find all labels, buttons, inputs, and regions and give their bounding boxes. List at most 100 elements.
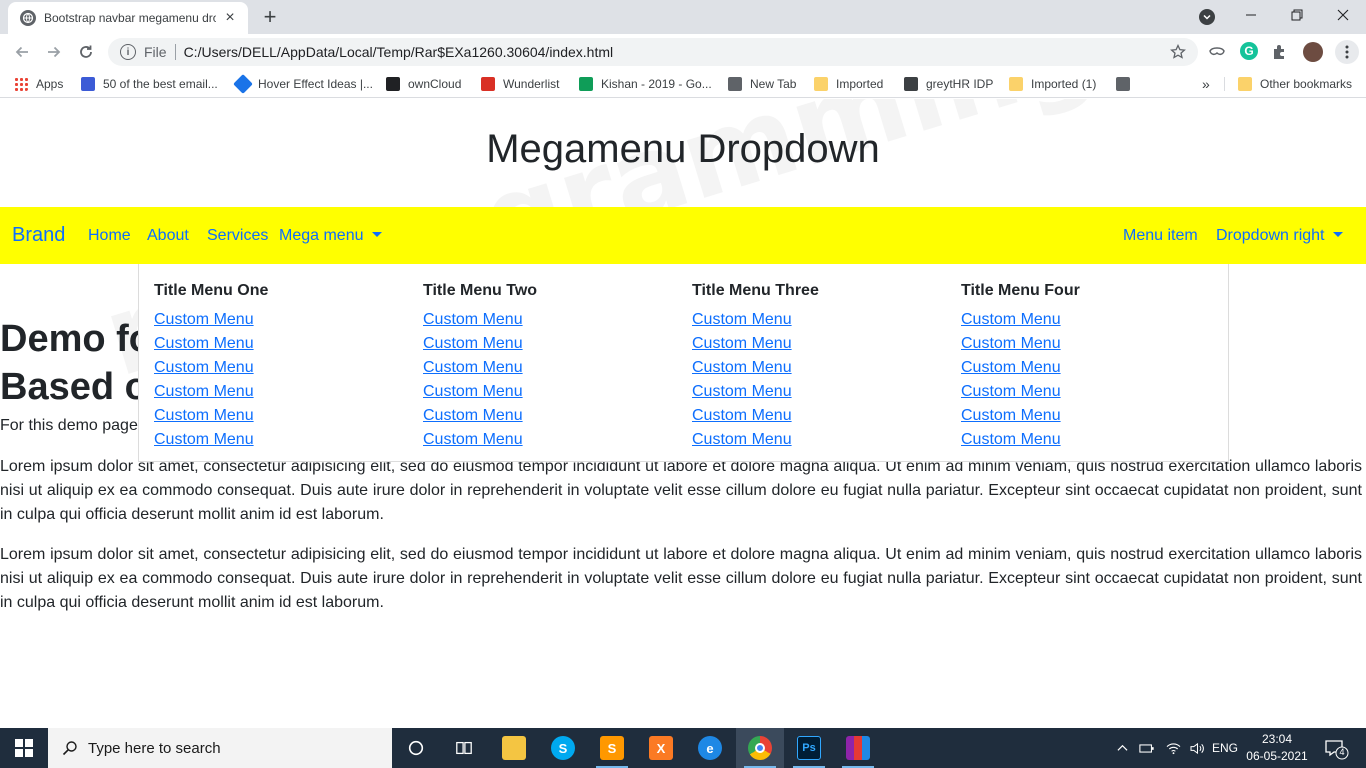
bookmark-item[interactable]: Wunderlist [481,70,559,98]
restore-button[interactable] [1274,0,1320,30]
cortana-icon[interactable] [392,728,440,768]
megamenu-link[interactable]: Custom Menu [961,356,1221,380]
info-icon[interactable]: i [120,44,136,60]
close-window-button[interactable] [1320,0,1366,30]
megamenu-link[interactable]: Custom Menu [961,380,1221,404]
battery-icon[interactable] [1136,728,1158,768]
megamenu-column: Title Menu Two Custom Menu Custom Menu C… [423,282,683,452]
bookmark-label: New Tab [750,77,797,91]
page-title: Megamenu Dropdown [486,127,880,171]
bookmark-item[interactable]: 50 of the best email... [81,70,218,98]
bookmarks-overflow-chevron[interactable]: » [1202,70,1210,98]
skype-logo-icon: S [551,736,575,760]
minimize-button[interactable] [1228,0,1274,30]
extension-mask-icon[interactable] [1207,42,1227,62]
megamenu-link[interactable]: Custom Menu [692,380,952,404]
megamenu-link[interactable]: Custom Menu [692,404,952,428]
notification-icon [1325,740,1349,760]
bookmark-item[interactable]: Kishan - 2019 - Go... [579,70,712,98]
sublime-text-icon[interactable]: S [588,728,636,768]
file-explorer-icon[interactable] [490,728,538,768]
url-scheme: File [144,44,167,60]
bookmark-item[interactable] [1116,70,1138,98]
megamenu-link[interactable]: Custom Menu [961,308,1221,332]
megamenu-link[interactable]: Custom Menu [692,332,952,356]
action-center-button[interactable]: 4 [1318,736,1354,760]
navbar: Brand Home About Services Mega menu Menu… [0,207,1366,264]
megamenu-link[interactable]: Custom Menu [692,428,952,452]
megamenu-link[interactable]: Custom Menu [423,308,683,332]
taskbar-search-box[interactable]: Type here to search [48,728,392,768]
notification-count: 4 [1339,747,1345,757]
megamenu-link[interactable]: Custom Menu [154,332,414,356]
bookmark-label: Imported [836,77,884,91]
profile-avatar[interactable] [1303,42,1323,62]
new-tab-button[interactable]: + [258,6,282,30]
megamenu-link[interactable]: Custom Menu [423,428,683,452]
megamenu-link[interactable]: Custom Menu [423,404,683,428]
nav-link-home[interactable]: Home [88,207,131,264]
wifi-icon[interactable] [1162,728,1184,768]
back-arrow-icon[interactable] [10,40,34,64]
folder-icon [502,736,526,760]
bookmark-folder[interactable]: Imported [814,70,883,98]
address-bar[interactable]: i File C:/Users/DELL/AppData/Local/Temp/… [108,38,1198,66]
volume-icon[interactable] [1186,728,1208,768]
megamenu-link[interactable]: Custom Menu [154,404,414,428]
cloud-icon [386,77,400,91]
megamenu-link[interactable]: Custom Menu [423,380,683,404]
megamenu-link[interactable]: Custom Menu [423,332,683,356]
megamenu-link[interactable]: Custom Menu [154,356,414,380]
bookmark-apps[interactable]: Apps [14,70,63,98]
tab-search-icon[interactable] [1199,9,1215,25]
lorem-paragraph: Lorem ipsum dolor sit amet, consectetur … [0,546,1362,611]
url-text[interactable]: C:/Users/DELL/AppData/Local/Temp/Rar$EXa… [184,44,614,60]
reload-icon[interactable] [74,40,98,64]
megamenu-link[interactable]: Custom Menu [423,356,683,380]
show-hidden-icons-chevron[interactable] [1114,728,1130,768]
bookmark-folder[interactable]: Imported (1) [1009,70,1096,98]
megamenu-link[interactable]: Custom Menu [154,428,414,452]
megamenu-column-title: Title Menu Two [423,282,538,299]
system-clock[interactable]: 23:04 06-05-2021 [1246,731,1308,765]
grammarly-icon[interactable]: G [1240,42,1258,60]
winrar-icon[interactable] [834,728,882,768]
photoshop-icon[interactable]: Ps [785,728,833,768]
dropdown-right-label: Dropdown right [1216,227,1325,244]
megamenu-link[interactable]: Custom Menu [692,308,952,332]
task-view-icon[interactable] [440,728,488,768]
xampp-logo-icon: X [649,736,673,760]
other-bookmarks-folder[interactable]: Other bookmarks [1238,70,1352,98]
chrome-menu-icon[interactable] [1335,40,1359,64]
bookmark-star-icon[interactable] [1170,44,1186,60]
nav-link-mega-menu[interactable]: Mega menu [279,207,382,264]
bookmark-item[interactable]: ownCloud [386,70,461,98]
navbar-brand[interactable]: Brand [12,207,65,264]
megamenu-link[interactable]: Custom Menu [961,428,1221,452]
bookmark-item[interactable]: greytHR IDP [904,70,993,98]
edge-icon[interactable]: e [686,728,734,768]
extensions-puzzle-icon[interactable] [1270,42,1290,62]
folder-icon [814,77,828,91]
megamenu-link[interactable]: Custom Menu [692,356,952,380]
bookmark-item[interactable]: Hover Effect Ideas |... [233,70,373,98]
nav-link-about[interactable]: About [147,207,189,264]
bookmark-item[interactable]: New Tab [728,70,796,98]
tab-title: Bootstrap navbar megamenu dro [44,11,216,25]
forward-arrow-icon[interactable] [42,40,66,64]
nav-link-services[interactable]: Services [207,207,268,264]
skype-icon[interactable]: S [539,728,587,768]
language-indicator[interactable]: ENG [1210,728,1240,768]
megamenu-link[interactable]: Custom Menu [154,308,414,332]
start-button[interactable] [0,728,48,768]
nav-link-menu-item[interactable]: Menu item [1123,207,1198,264]
xampp-icon[interactable]: X [637,728,685,768]
browser-toolbar: i File C:/Users/DELL/AppData/Local/Temp/… [0,34,1366,70]
megamenu-link[interactable]: Custom Menu [154,380,414,404]
tab-close-icon[interactable]: × [222,10,238,26]
nav-link-dropdown-right[interactable]: Dropdown right [1216,207,1343,264]
megamenu-link[interactable]: Custom Menu [961,332,1221,356]
chrome-icon[interactable] [736,728,784,768]
browser-tab[interactable]: Bootstrap navbar megamenu dro × [8,2,248,34]
megamenu-link[interactable]: Custom Menu [961,404,1221,428]
